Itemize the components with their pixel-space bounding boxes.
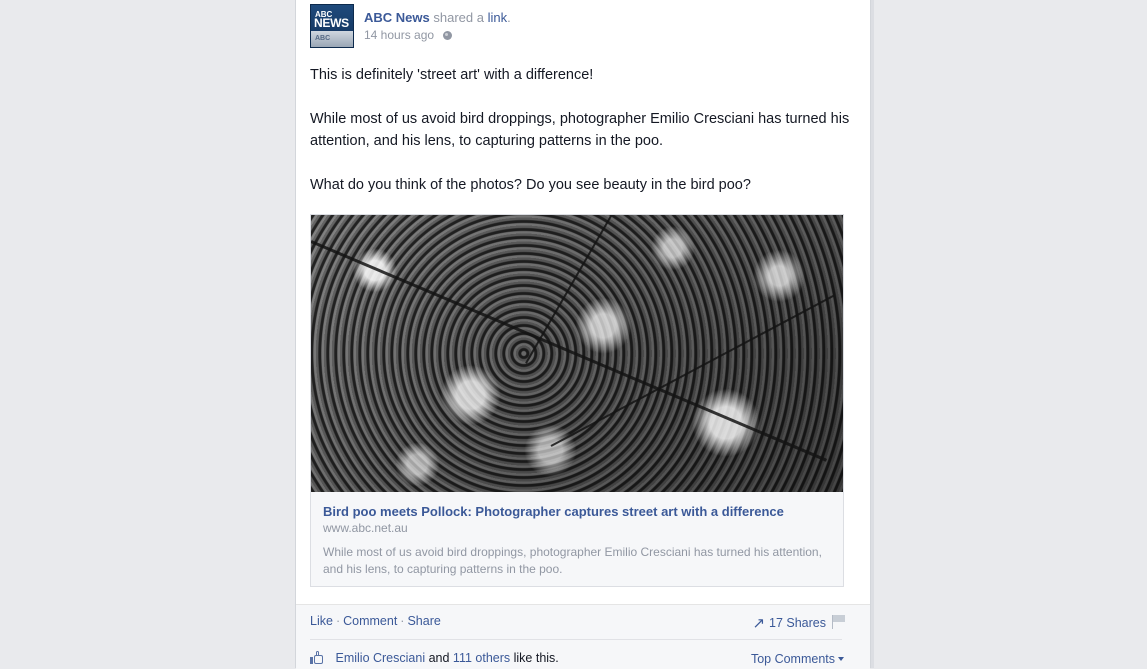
comment-link[interactable]: Comment [343, 614, 397, 628]
avatar-small-text: ABC [315, 35, 331, 42]
caret-down-icon [838, 657, 844, 661]
globe-icon[interactable] [443, 31, 453, 40]
likes-suffix: like this. [513, 651, 559, 665]
photo-shadow-line [550, 294, 835, 447]
like-link[interactable]: Like [310, 614, 333, 628]
post-paragraph: What do you think of the photos? Do you … [310, 177, 751, 193]
divider [310, 639, 842, 640]
photo-shadow-line [525, 215, 612, 364]
others-link[interactable]: 111 others [453, 651, 510, 665]
attachment-photo[interactable] [311, 215, 843, 492]
link-attachment[interactable]: Bird poo meets Pollock: Photographer cap… [310, 214, 844, 587]
thumbs-up-icon [310, 651, 324, 664]
post-message: This is definitely 'street art' with a d… [310, 64, 850, 218]
column-edge [871, 0, 874, 668]
link-word[interactable]: link [488, 10, 508, 25]
top-comments-dropdown[interactable]: Top Comments [751, 652, 844, 666]
action-text: shared a [433, 10, 484, 25]
action-links: Like · Comment · Share [310, 614, 441, 628]
separator: · [400, 614, 405, 628]
feed-story: ABC NEWS ABC ABC News shared a link. 14 … [295, 0, 871, 669]
story-actor-line: ABC News shared a link. [364, 10, 511, 25]
attachment-domain: www.abc.net.au [323, 521, 408, 535]
page-avatar[interactable]: ABC NEWS ABC [310, 4, 354, 48]
share-arrow-icon: ↗ [752, 615, 766, 632]
likes-sentence: Emilio Cresciani and 111 others like thi… [310, 651, 559, 665]
avatar-news-text: NEWS [314, 16, 349, 30]
story-meta: 14 hours ago [364, 28, 453, 42]
page-name-link[interactable]: ABC News [364, 10, 430, 25]
flag-icon[interactable] [832, 615, 846, 629]
attachment-title-link[interactable]: Bird poo meets Pollock: Photographer cap… [323, 504, 833, 519]
likes-and-text: and [428, 651, 450, 665]
liker-name-link[interactable]: Emilio Cresciani [335, 651, 425, 665]
top-comments-label: Top Comments [750, 652, 835, 666]
post-paragraph: While most of us avoid bird droppings, p… [310, 111, 850, 149]
period: . [507, 10, 511, 25]
share-link[interactable]: Share [407, 614, 440, 628]
timestamp[interactable]: 14 hours ago [364, 28, 434, 42]
shares-count-text: 17 Shares [769, 616, 826, 630]
attachment-description: While most of us avoid bird droppings, p… [323, 545, 822, 576]
post-paragraph: This is definitely 'street art' with a d… [310, 67, 594, 83]
photo-shadow-line [311, 240, 828, 462]
shares-count-link[interactable]: ↗ 17 Shares [752, 614, 826, 632]
ufi-bar: Like · Comment · Share ↗ 17 Shares Emilio Cre… [296, 604, 870, 669]
separator: · [335, 614, 341, 628]
story-header: ABC NEWS ABC ABC News shared a link. 14 … [310, 4, 850, 50]
